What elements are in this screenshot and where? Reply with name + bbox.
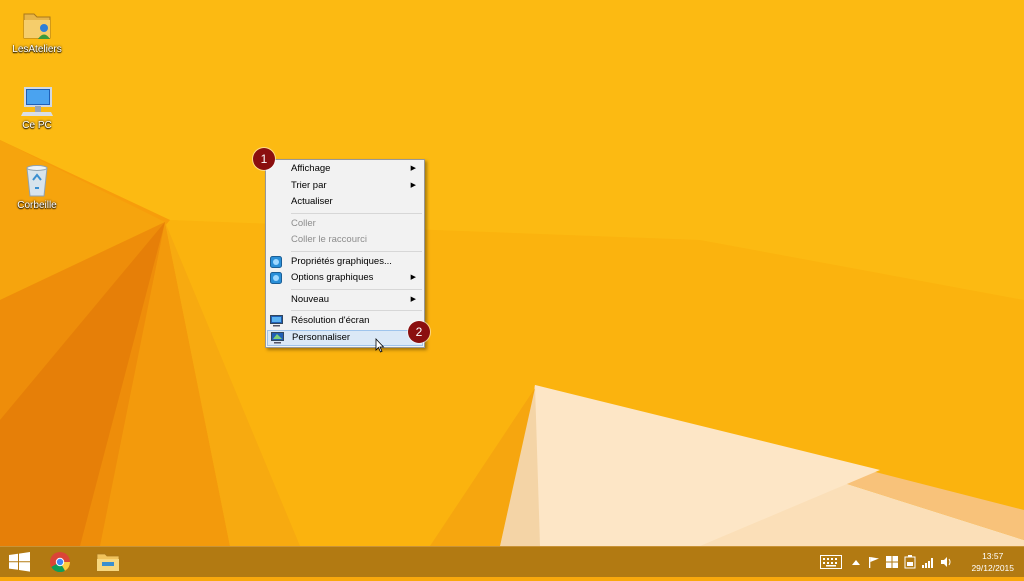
desktop[interactable]: LesAteliers Ce PC Corbeille Affichage ▶ … — [0, 0, 1024, 546]
menu-item-trier-par[interactable]: Trier par ▶ — [266, 178, 424, 195]
submenu-arrow-icon: ▶ — [410, 165, 416, 172]
taskbar-chrome-button[interactable] — [40, 547, 80, 577]
clock-time: 13:57 — [982, 551, 1004, 561]
file-explorer-icon — [96, 553, 120, 572]
menu-item-coller-raccourci: Coller le raccourci — [266, 232, 424, 249]
menu-item-label: Options graphiques — [291, 272, 374, 283]
menu-item-coller: Coller — [266, 216, 424, 233]
menu-item-label: Personnaliser — [292, 331, 351, 343]
desktop-icon-label: Corbeille — [17, 200, 57, 211]
keyboard-icon[interactable] — [820, 555, 842, 569]
battery-icon[interactable] — [904, 555, 916, 569]
mouse-cursor-icon — [375, 338, 385, 353]
flag-icon[interactable] — [868, 556, 880, 568]
menu-item-affichage[interactable]: Affichage ▶ — [266, 161, 424, 178]
personalize-icon — [271, 331, 284, 343]
step-badge-1: 1 — [253, 148, 275, 170]
desktop-icon-ce-pc[interactable]: Ce PC — [2, 84, 72, 131]
menu-item-label: Coller le raccourci — [291, 234, 368, 245]
chrome-icon — [50, 552, 71, 573]
recycle-bin-icon — [26, 165, 48, 197]
menu-item-label: Nouveau — [291, 293, 330, 305]
taskbar: 13:57 29/12/2015 — [0, 546, 1024, 577]
volume-icon[interactable] — [940, 556, 952, 568]
menu-item-options-graphiques[interactable]: Options graphiques ▶ — [266, 270, 424, 287]
graphics-icon — [270, 272, 282, 284]
clock-date: 29/12/2015 — [971, 563, 1014, 573]
menu-separator — [291, 288, 422, 290]
network-signal-icon[interactable] — [922, 556, 936, 568]
menu-item-label: Coller — [291, 217, 316, 229]
step-badge-2: 2 — [408, 321, 430, 343]
monitor-icon — [270, 315, 283, 327]
menu-item-label: Trier par — [291, 179, 327, 191]
menu-item-resolution-ecran[interactable]: Résolution d'écran — [266, 313, 424, 330]
context-menu: Affichage ▶ Trier par ▶ Actualiser Colle… — [265, 159, 425, 348]
menu-separator — [291, 250, 422, 252]
windows-update-icon[interactable] — [886, 556, 898, 568]
submenu-arrow-icon: ▶ — [410, 274, 416, 281]
desktop-icon-label: Ce PC — [22, 120, 52, 131]
start-button[interactable] — [0, 547, 40, 577]
menu-item-label: Affichage — [291, 163, 331, 174]
taskbar-clock[interactable]: 13:57 29/12/2015 — [971, 550, 1014, 574]
menu-item-nouveau[interactable]: Nouveau ▶ — [266, 292, 424, 309]
taskbar-file-explorer-button[interactable] — [88, 547, 128, 577]
chevron-up-icon[interactable] — [852, 559, 860, 565]
submenu-arrow-icon: ▶ — [410, 181, 416, 189]
graphics-icon — [270, 255, 282, 268]
wallpaper — [0, 0, 1024, 546]
menu-item-label: Actualiser — [291, 196, 333, 207]
windows-start-icon — [9, 552, 30, 572]
desktop-icon-label: LesAteliers — [12, 44, 62, 55]
submenu-arrow-icon: ▶ — [410, 295, 416, 303]
menu-item-label: Propriétés graphiques... — [291, 255, 392, 267]
menu-separator — [291, 310, 422, 311]
menu-item-personnaliser[interactable]: Personnaliser — [267, 329, 423, 346]
menu-item-proprietes-graphiques[interactable]: Propriétés graphiques... — [266, 254, 424, 271]
desktop-icon-lesateliers[interactable]: LesAteliers — [2, 6, 72, 55]
menu-item-actualiser[interactable]: Actualiser — [266, 194, 424, 211]
computer-icon — [21, 87, 53, 116]
menu-item-label: Résolution d'écran — [291, 315, 370, 326]
desktop-icon-corbeille[interactable]: Corbeille — [2, 162, 72, 211]
menu-separator — [291, 212, 422, 214]
folder-user-icon — [23, 13, 51, 39]
